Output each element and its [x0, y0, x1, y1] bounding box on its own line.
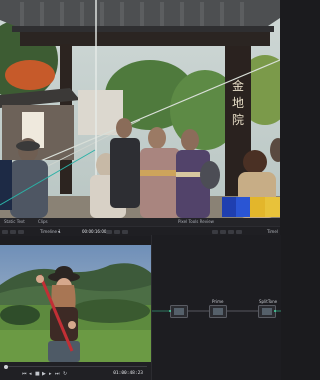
toolbar-button-8[interactable]	[220, 229, 226, 234]
stop-icon[interactable]: ■	[35, 371, 40, 377]
swatch-blue-light	[236, 197, 250, 217]
node-output-port[interactable]	[274, 310, 276, 312]
sign-character: 金	[231, 79, 244, 93]
node-prime[interactable]	[209, 305, 227, 318]
node-label-prime: Prime	[212, 299, 224, 304]
status-clips[interactable]: Clips	[38, 218, 48, 226]
swatch-yellow-dark	[250, 197, 265, 217]
skip-end-icon[interactable]: ⏭	[55, 371, 60, 377]
clip-viewer[interactable]	[0, 245, 151, 362]
node-editor[interactable]: Prime SplitTone	[151, 235, 281, 380]
toolbar-button-10[interactable]	[236, 229, 242, 234]
status-bar: Static Text Clips Pixel Tools Review	[0, 218, 280, 226]
node-thumbnail	[213, 308, 223, 315]
toolbar-timecode: 00:00:16:00	[82, 229, 107, 234]
transport-bar: ⏮ ◂ ■ ▶ ▸ ⏭ ↻ 01:00:48:23	[0, 362, 151, 380]
node-1[interactable]	[170, 305, 188, 318]
viewer-title: Pixel Tools Review	[178, 219, 214, 224]
toolbar-button-4[interactable]	[106, 229, 112, 234]
toolbar-button-6[interactable]	[122, 229, 128, 234]
step-forward-icon[interactable]: ▸	[49, 371, 52, 377]
scrubber-track[interactable]	[4, 366, 147, 367]
skip-start-icon[interactable]: ⏮	[22, 371, 27, 377]
step-back-icon[interactable]: ◂	[29, 371, 32, 377]
node-thumbnail	[262, 308, 272, 315]
status-static-text: Static Text	[4, 219, 25, 224]
toolbar-button-3[interactable]	[18, 229, 24, 234]
sign-character: 地	[231, 96, 244, 110]
toolbar-button-2[interactable]	[10, 229, 16, 234]
toolbar-button-7[interactable]	[212, 229, 218, 234]
color-swatch-strip	[222, 197, 280, 217]
loop-icon[interactable]: ↻	[63, 371, 67, 377]
toolbar-button-5[interactable]	[114, 229, 120, 234]
chevron-down-icon[interactable]: ▾	[58, 227, 60, 236]
clip-frame-image	[0, 245, 151, 362]
node-input-port[interactable]	[169, 310, 171, 312]
scrubber-handle[interactable]	[4, 364, 8, 369]
transport-timecode: 01:00:48:23	[113, 371, 143, 376]
source-viewer[interactable]: 金地院	[0, 0, 280, 218]
play-icon[interactable]: ▶	[42, 371, 46, 377]
swatch-blue-dark	[222, 197, 236, 217]
node-thumbnail	[174, 308, 184, 315]
sign-character: 院	[231, 113, 244, 127]
node-label-splittone: SplitTone	[259, 299, 278, 304]
toolbar-button-9[interactable]	[228, 229, 234, 234]
temple-sign-text: 金地院	[231, 78, 245, 129]
toolbar-button-1[interactable]	[2, 229, 8, 234]
swatch-yellow-light	[265, 197, 280, 217]
